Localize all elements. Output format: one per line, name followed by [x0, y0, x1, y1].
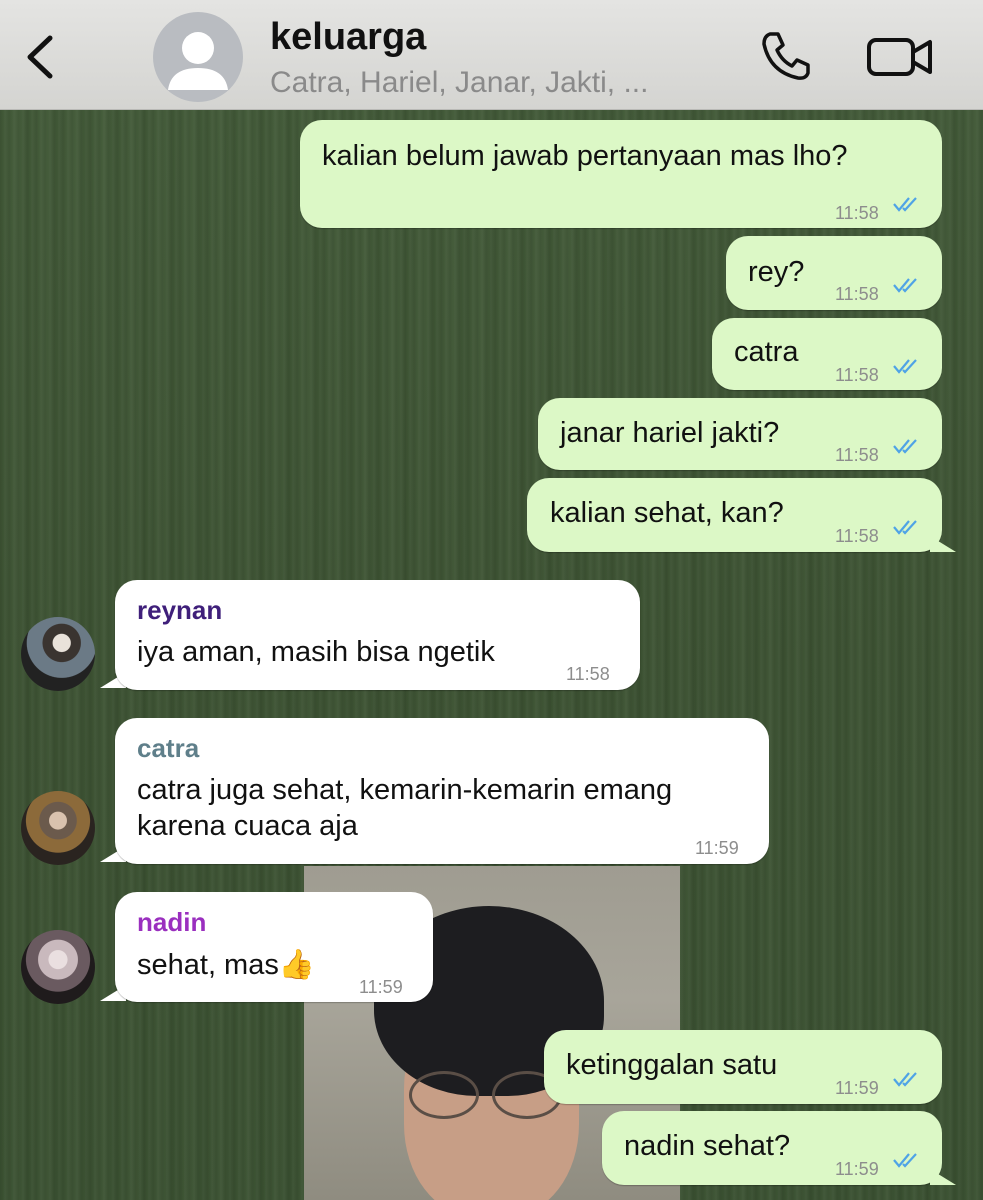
chat-title[interactable]: keluarga	[270, 16, 426, 59]
message-text: sehat, mas👍	[137, 949, 315, 981]
message-text: ketinggalan satu	[566, 1049, 778, 1081]
message-text: janar hariel jakti?	[560, 417, 780, 449]
message-bubble-outgoing[interactable]: ketinggalan satu 11:59	[544, 1030, 942, 1104]
message-bubble-outgoing[interactable]: janar hariel jakti? 11:58	[538, 398, 942, 470]
message-time: 11:59	[695, 838, 739, 858]
read-ticks-icon	[893, 197, 917, 212]
message-text: nadin sehat?	[624, 1130, 791, 1162]
message-bubble-outgoing[interactable]: kalian belum jawab pertanyaan mas lho? 1…	[300, 120, 942, 228]
message-text: iya aman, masih bisa ngetik	[137, 636, 495, 668]
message-text-line: catra juga sehat, kemarin-kemarin emang	[137, 774, 673, 806]
bubble-tail	[930, 536, 956, 552]
message-text: kalian sehat, kan?	[550, 497, 784, 529]
sender-name[interactable]: nadin	[137, 904, 206, 940]
message-bubble-incoming[interactable]: nadin sehat, mas👍 11:59	[115, 892, 433, 1002]
video-call-icon[interactable]	[866, 34, 934, 80]
message-bubble-incoming[interactable]: catra catra juga sehat, kemarin-kemarin …	[115, 718, 769, 864]
chat-participants[interactable]: Catra, Hariel, Janar, Jakti, ...	[270, 66, 648, 100]
message-bubble-incoming[interactable]: reynan iya aman, masih bisa ngetik 11:58	[115, 580, 640, 690]
back-chevron-icon[interactable]	[22, 32, 62, 82]
message-text-line: karena cuaca aja	[137, 810, 358, 842]
chat-header: keluarga Catra, Hariel, Janar, Jakti, ..…	[0, 0, 983, 110]
message-time: 11:58	[835, 365, 879, 385]
phone-call-icon[interactable]	[758, 28, 814, 84]
message-time: 11:58	[835, 284, 879, 304]
message-bubble-outgoing[interactable]: nadin sehat? 11:59	[602, 1111, 942, 1185]
sender-name[interactable]: reynan	[137, 592, 222, 628]
read-ticks-icon	[893, 1072, 917, 1087]
read-ticks-icon	[893, 278, 917, 293]
message-text: catra	[734, 336, 799, 368]
group-avatar[interactable]	[153, 12, 243, 102]
message-time: 11:58	[835, 526, 879, 546]
message-text: kalian belum jawab pertanyaan mas lho?	[322, 140, 848, 172]
read-ticks-icon	[893, 1153, 917, 1168]
message-bubble-outgoing[interactable]: catra 11:58	[712, 318, 942, 390]
message-text: rey?	[748, 256, 805, 288]
read-ticks-icon	[893, 520, 917, 535]
message-bubble-outgoing[interactable]: rey? 11:58	[726, 236, 942, 310]
message-time: 11:59	[359, 977, 403, 997]
person-icon	[168, 32, 228, 90]
sender-name[interactable]: catra	[137, 730, 199, 766]
message-time: 11:58	[835, 203, 879, 223]
message-time: 11:59	[835, 1078, 879, 1098]
avatar-reynan[interactable]	[21, 617, 95, 691]
read-ticks-icon	[893, 359, 917, 374]
message-bubble-outgoing[interactable]: kalian sehat, kan? 11:58	[527, 478, 942, 552]
avatar-catra[interactable]	[21, 791, 95, 865]
message-time: 11:58	[566, 664, 610, 684]
bubble-tail	[930, 1169, 956, 1185]
avatar-nadin[interactable]	[21, 930, 95, 1004]
message-time: 11:59	[835, 1159, 879, 1179]
read-ticks-icon	[893, 439, 917, 454]
message-time: 11:58	[835, 445, 879, 465]
